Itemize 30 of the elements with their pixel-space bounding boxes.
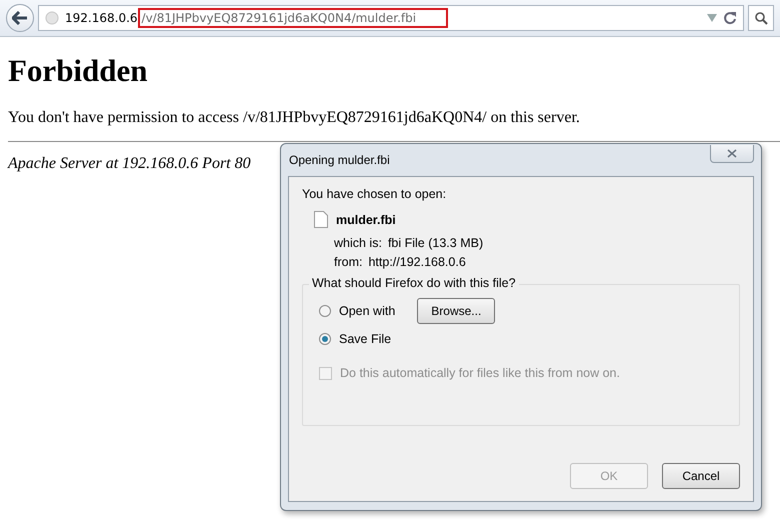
- detail-value: http://192.168.0.6: [368, 255, 466, 269]
- detail-label: which is:: [334, 236, 382, 250]
- option-label[interactable]: Save File: [339, 332, 392, 346]
- radio-button[interactable]: [319, 305, 331, 317]
- group-label: What should Firefox do with this file?: [309, 276, 519, 290]
- option-label[interactable]: Open with: [339, 304, 396, 318]
- cancel-button[interactable]: Cancel: [662, 463, 740, 489]
- error-message: You don't have permission to access /v/81JHPbvyEQ8729161jd6aKQ0N4/ on this server.: [8, 109, 581, 127]
- radio-button[interactable]: [319, 333, 331, 345]
- reload-icon[interactable]: [723, 11, 737, 25]
- globe-icon: [45, 11, 59, 25]
- url-path: /v/81JHPbvyEQ8729161jd6aKQ0N4/mulder.fbi: [138, 8, 448, 28]
- browse-button[interactable]: Browse...: [417, 298, 496, 324]
- search-field[interactable]: [748, 5, 774, 31]
- intro-text: You have chosen to open:: [302, 187, 448, 201]
- dialog-title: Opening mulder.fbi: [288, 153, 390, 167]
- file-icon: [314, 211, 328, 228]
- detail-label: from:: [334, 255, 362, 269]
- server-signature: Apache Server at 192.168.0.6 Port 80: [8, 155, 251, 173]
- close-button[interactable]: [710, 144, 754, 162]
- page-heading: Forbidden: [8, 53, 149, 89]
- url-host: 192.168.0.6: [65, 11, 138, 25]
- back-arrow-icon: [12, 11, 28, 25]
- back-button[interactable]: [6, 4, 34, 32]
- close-icon: [727, 148, 737, 158]
- file-name: mulder.fbi: [336, 212, 396, 226]
- detail-value: fbi File (13.3 MB): [388, 236, 484, 250]
- search-icon: [754, 11, 768, 25]
- address-bar[interactable]: 192.168.0.6 /v/81JHPbvyEQ8729161jd6aKQ0N4/mulder.fbi: [38, 5, 744, 31]
- dropdown-icon[interactable]: [707, 14, 717, 22]
